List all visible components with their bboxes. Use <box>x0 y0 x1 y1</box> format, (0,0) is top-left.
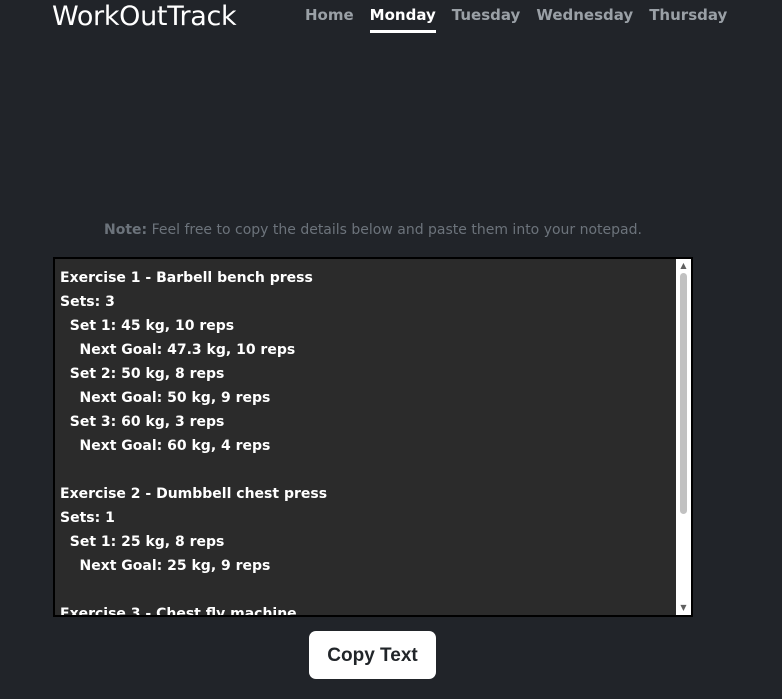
nav-item-tuesday[interactable]: Tuesday <box>452 5 521 33</box>
workout-details-text[interactable]: Exercise 1 - Barbell bench press Sets: 3… <box>60 266 673 615</box>
nav-item-home[interactable]: Home <box>305 5 354 33</box>
copy-text-button[interactable]: Copy Text <box>309 631 436 679</box>
nav-item-monday[interactable]: Monday <box>369 5 436 33</box>
brand-logo-text[interactable]: WorkOutTrack <box>52 0 237 34</box>
scroll-up-arrow-icon[interactable]: ▲ <box>676 259 691 273</box>
copy-note: Note: Feel free to copy the details belo… <box>0 220 746 240</box>
note-label: Note: <box>104 222 148 238</box>
nav-item-wednesday[interactable]: Wednesday <box>536 5 633 33</box>
nav-item-thursday[interactable]: Thursday <box>649 5 727 33</box>
workout-details-textarea[interactable]: Exercise 1 - Barbell bench press Sets: 3… <box>53 257 693 617</box>
scroll-down-arrow-icon[interactable]: ▼ <box>676 601 691 615</box>
scrollbar-thumb[interactable] <box>680 273 687 514</box>
vertical-scrollbar[interactable]: ▲ ▼ <box>676 259 691 615</box>
note-text: Feel free to copy the details below and … <box>147 222 642 238</box>
main-nav: Home Monday Tuesday Wednesday Thursday <box>305 5 727 33</box>
page: WorkOutTrack Home Monday Tuesday Wednesd… <box>0 0 782 699</box>
